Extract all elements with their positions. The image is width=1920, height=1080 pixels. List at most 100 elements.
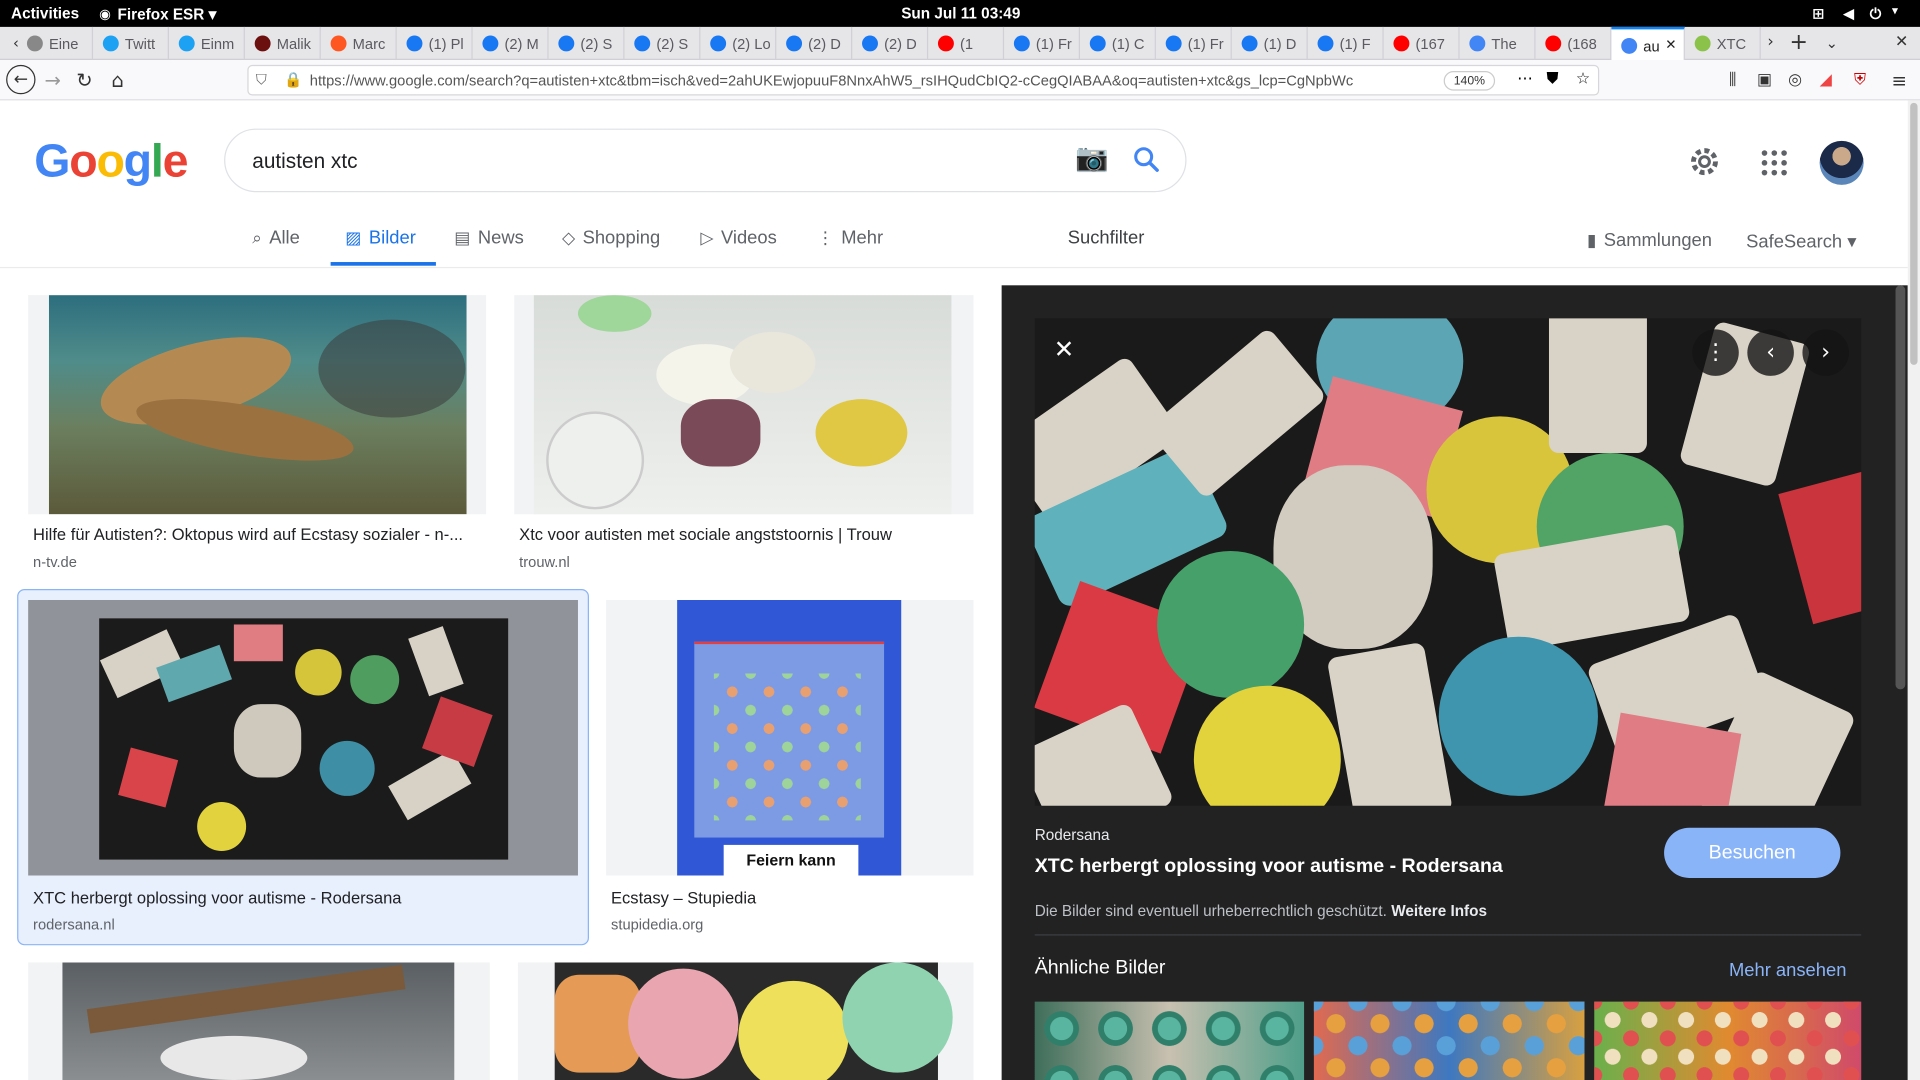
tab-6[interactable]: (2) M bbox=[473, 26, 549, 61]
preview-title[interactable]: XTC herbergt oplossing voor autisme - Ro… bbox=[1035, 856, 1503, 878]
close-tab-icon[interactable]: ✕ bbox=[1665, 37, 1676, 53]
similar-image-3[interactable] bbox=[1594, 1001, 1862, 1080]
activities-button[interactable]: Activities bbox=[11, 5, 79, 22]
close-icon[interactable]: ✕ bbox=[1041, 326, 1088, 373]
tab-17[interactable]: (1) F bbox=[1308, 26, 1384, 61]
forward-icon[interactable]: → bbox=[39, 67, 66, 94]
result-6-thumb-frame[interactable] bbox=[517, 962, 974, 1080]
network-icon[interactable]: ⊞ bbox=[1812, 5, 1824, 22]
tab-19[interactable]: The bbox=[1460, 26, 1536, 61]
app-menu[interactable]: Firefox ESR ▾ bbox=[118, 5, 217, 23]
tab-9[interactable]: (2) Lo bbox=[700, 26, 777, 61]
tab-21[interactable]: au ✕ bbox=[1611, 26, 1685, 61]
similar-image-1[interactable] bbox=[1034, 1001, 1305, 1080]
extension-megaphone-icon[interactable]: ◢ bbox=[1812, 67, 1839, 94]
tab-22[interactable]: XTC bbox=[1685, 26, 1761, 61]
preview-image[interactable] bbox=[1034, 318, 1862, 806]
url-bar[interactable]: ⛉ 🔒 https://www.google.com/search?q=auti… bbox=[247, 64, 1600, 96]
tab-5[interactable]: (1) Pl bbox=[397, 26, 473, 61]
sidebar-icon[interactable]: ▣ bbox=[1751, 67, 1778, 94]
suchfilter-button[interactable]: Suchfilter bbox=[1068, 228, 1145, 249]
ecstasy-bag-image[interactable]: Feiern kann bbox=[677, 600, 902, 876]
page-scrollbar-thumb[interactable] bbox=[1910, 102, 1918, 365]
tab-15[interactable]: (1) Fr bbox=[1156, 26, 1232, 61]
volume-icon[interactable]: ◀ bbox=[1843, 5, 1854, 22]
menu-hamburger-icon[interactable]: ≡ bbox=[1886, 67, 1913, 94]
tab-16[interactable]: (1) D bbox=[1232, 26, 1308, 61]
clock[interactable]: Sun Jul 11 03:49 bbox=[901, 5, 1020, 22]
tab-list-icon[interactable]: ⌄ bbox=[1818, 29, 1845, 56]
tab-8[interactable]: (2) S bbox=[624, 26, 701, 61]
search-icon[interactable] bbox=[1131, 144, 1160, 180]
besuchen-button[interactable]: Besuchen bbox=[1664, 827, 1841, 878]
shield-icon[interactable]: ⛉ bbox=[256, 71, 267, 89]
avatar[interactable] bbox=[1819, 140, 1864, 185]
tab-0[interactable]: Eine bbox=[17, 26, 94, 61]
result-1-thumb-frame[interactable] bbox=[28, 295, 487, 515]
search-box[interactable]: autisten xtc 📷 bbox=[224, 128, 1187, 193]
octopus-image[interactable] bbox=[48, 295, 467, 515]
tab-11[interactable]: (2) D bbox=[852, 26, 929, 61]
tab-videos[interactable]: ▷ Videos bbox=[700, 228, 776, 249]
google-logo[interactable]: Google bbox=[34, 136, 188, 189]
url-text[interactable]: https://www.google.com/search?q=autisten… bbox=[310, 72, 1388, 89]
library-icon[interactable]: ⫼ bbox=[1719, 67, 1746, 94]
close-window-icon[interactable]: ✕ bbox=[1888, 29, 1915, 56]
result-2-source[interactable]: trouw.nl bbox=[519, 553, 570, 570]
tab-scroll-right-icon[interactable]: › bbox=[1757, 29, 1784, 56]
preview-source[interactable]: Rodersana bbox=[1035, 827, 1110, 844]
power-icon[interactable]: ⏻ bbox=[1870, 5, 1882, 23]
tab-13[interactable]: (1) Fr bbox=[1004, 26, 1081, 61]
result-5-thumb-frame[interactable] bbox=[28, 962, 490, 1080]
tab-20[interactable]: (168 bbox=[1536, 26, 1612, 61]
account-icon[interactable]: ◎ bbox=[1782, 67, 1809, 94]
back-icon[interactable]: ← bbox=[6, 64, 36, 95]
lock-icon[interactable]: 🔒 bbox=[284, 71, 302, 88]
more-options-icon[interactable]: ⋮ bbox=[1692, 329, 1739, 376]
similar-image-2[interactable] bbox=[1313, 1001, 1585, 1080]
result-4-thumb-frame[interactable]: Feiern kann bbox=[606, 600, 974, 876]
previous-image-icon[interactable]: ‹ bbox=[1747, 329, 1794, 376]
pills-image[interactable] bbox=[533, 295, 952, 515]
sammlungen-button[interactable]: ▮ Sammlungen bbox=[1587, 230, 1712, 251]
page-actions-icon[interactable]: ⋯ bbox=[1517, 70, 1533, 88]
weitere-infos-link[interactable]: Weitere Infos bbox=[1391, 902, 1487, 919]
tab-7[interactable]: (2) S bbox=[549, 26, 625, 61]
mehr-ansehen-link[interactable]: Mehr ansehen bbox=[1729, 960, 1846, 981]
tab-10[interactable]: (2) D bbox=[776, 26, 853, 61]
tab-1[interactable]: Twitt bbox=[93, 26, 169, 61]
tab-mehr[interactable]: ⋮ Mehr bbox=[817, 228, 883, 249]
tab-18[interactable]: (167 bbox=[1384, 26, 1460, 61]
next-image-icon[interactable]: › bbox=[1802, 329, 1849, 376]
result-3-source[interactable]: rodersana.nl bbox=[33, 916, 115, 933]
camera-icon[interactable]: 📷 bbox=[1075, 143, 1109, 174]
result-2-title[interactable]: Xtc voor autisten met sociale angststoor… bbox=[519, 525, 972, 543]
result-3-thumb-frame[interactable] bbox=[28, 600, 578, 876]
result-1-source[interactable]: n-tv.de bbox=[33, 553, 77, 570]
result-3-title[interactable]: XTC herbergt oplossing voor autisme - Ro… bbox=[33, 889, 572, 907]
pocket-icon[interactable]: ⛊ bbox=[1547, 70, 1559, 88]
settings-gear-icon[interactable] bbox=[1687, 144, 1721, 184]
tab-news[interactable]: ▤ News bbox=[454, 228, 523, 249]
result-1-title[interactable]: Hilfe für Autisten?: Oktopus wird auf Ec… bbox=[33, 525, 484, 543]
apps-grid-icon[interactable] bbox=[1761, 149, 1788, 182]
result-4-title[interactable]: Ecstasy – Stupiedia bbox=[611, 889, 972, 907]
home-icon[interactable]: ⌂ bbox=[104, 67, 131, 94]
system-menu-arrow-icon[interactable]: ▾ bbox=[1892, 5, 1898, 18]
xtc-pills-thumb-image[interactable] bbox=[99, 618, 509, 860]
tab-14[interactable]: (1) C bbox=[1080, 26, 1156, 61]
zoom-indicator[interactable]: 140% bbox=[1443, 71, 1496, 91]
tab-2[interactable]: Einm bbox=[169, 26, 245, 61]
reload-icon[interactable]: ↻ bbox=[71, 67, 98, 94]
ublock-icon[interactable]: ⛨ bbox=[1847, 67, 1874, 94]
tab-12[interactable]: (1 bbox=[928, 26, 1005, 61]
bookmark-star-icon[interactable]: ☆ bbox=[1576, 70, 1590, 88]
panel-scrollbar[interactable] bbox=[1895, 285, 1906, 690]
search-input[interactable]: autisten xtc bbox=[252, 149, 357, 173]
new-tab-icon[interactable]: + bbox=[1785, 29, 1812, 56]
tab-alle[interactable]: ⌕ Alle bbox=[252, 228, 300, 249]
result-6-image[interactable] bbox=[554, 962, 953, 1080]
tab-3[interactable]: Malik bbox=[245, 26, 321, 61]
result-2-thumb-frame[interactable] bbox=[514, 295, 974, 515]
safesearch-button[interactable]: SafeSearch ▾ bbox=[1746, 230, 1856, 252]
